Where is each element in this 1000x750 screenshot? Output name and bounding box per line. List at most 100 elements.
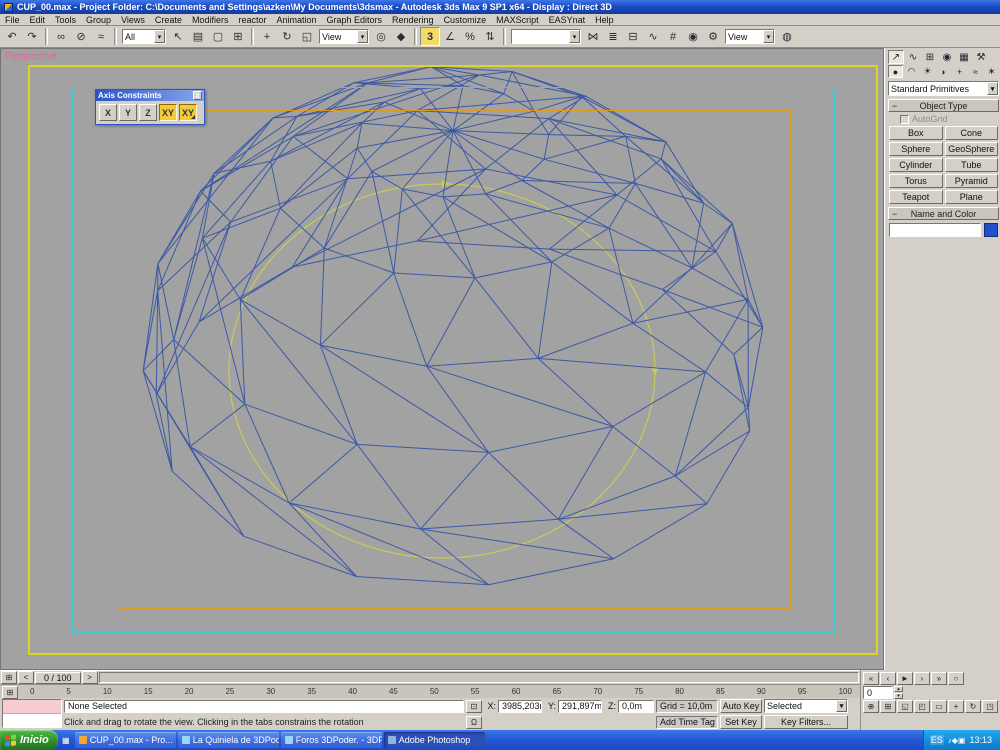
primitives-dropdown[interactable]: Standard Primitives ▾ (888, 81, 999, 96)
selection-lock-icon[interactable]: ⊡ (466, 700, 482, 713)
menu-easynat[interactable]: EASYnat (544, 14, 591, 26)
modify-tab[interactable]: ∿ (905, 50, 921, 64)
close-icon[interactable]: x (193, 91, 202, 100)
systems-category[interactable]: ∗ (984, 65, 999, 78)
listener-macro-row[interactable] (3, 700, 61, 714)
render-preset-combo[interactable]: View▾ (725, 29, 775, 44)
menu-animation[interactable]: Animation (271, 14, 321, 26)
object-name-field[interactable] (889, 223, 981, 237)
menu-tools[interactable]: Tools (50, 14, 81, 26)
key-mode-toggle-button[interactable]: ○ (948, 672, 964, 685)
axis-constraints-titlebar[interactable]: Axis Constraints x (96, 90, 204, 101)
key-mode-combo[interactable]: Selected ▾ (764, 699, 848, 713)
listener-script-row[interactable] (3, 714, 61, 727)
field-of-view-icon[interactable]: ▭ (931, 700, 947, 713)
use-pivot-center-icon[interactable]: ◎ (371, 27, 391, 46)
select-and-link-icon[interactable]: ∞ (51, 27, 71, 46)
cameras-category[interactable]: ◗ (936, 65, 951, 78)
key-filters-button[interactable]: Key Filters... (764, 715, 848, 729)
keyboard-override-icon[interactable]: Ω (466, 716, 482, 729)
object-button-box[interactable]: Box (889, 126, 943, 140)
menu-create[interactable]: Create (150, 14, 187, 26)
show-desktop-icon[interactable]: ▦ (62, 736, 70, 745)
next-frame-arrow[interactable]: > (82, 671, 98, 684)
menu-file[interactable]: File (0, 14, 25, 26)
lights-category[interactable]: ☀ (920, 65, 935, 78)
curve-editor-icon[interactable]: ∿ (643, 27, 663, 46)
go-to-end-button[interactable]: » (931, 672, 947, 685)
collapse-icon[interactable]: − (892, 209, 897, 219)
angle-snap-icon[interactable]: ∠ (440, 27, 460, 46)
menu-help[interactable]: Help (590, 14, 619, 26)
set-key-button[interactable]: Set Key (720, 715, 762, 729)
show-selection-range-button[interactable]: ⊞ (2, 686, 18, 699)
window-crossing-icon[interactable]: ⊞ (228, 27, 248, 46)
play-animation-button[interactable]: ► (897, 672, 913, 685)
menu-views[interactable]: Views (116, 14, 150, 26)
object-button-pyramid[interactable]: Pyramid (945, 174, 999, 188)
restrict-z-button[interactable]: Z (139, 104, 157, 121)
shapes-category[interactable]: ◠ (904, 65, 919, 78)
layer-manager-icon[interactable]: ⊟ (623, 27, 643, 46)
y-coordinate-field[interactable]: 291,897m (558, 700, 602, 713)
object-button-teapot[interactable]: Teapot (889, 190, 943, 204)
object-button-plane[interactable]: Plane (945, 190, 999, 204)
next-frame-button[interactable]: › (914, 672, 930, 685)
object-button-geosphere[interactable]: GeoSphere (945, 142, 999, 156)
zoom-all-icon[interactable]: ⊞ (880, 700, 896, 713)
align-icon[interactable]: ≣ (603, 27, 623, 46)
language-indicator[interactable]: ES (930, 735, 944, 745)
menu-edit[interactable]: Edit (25, 14, 51, 26)
task-adobe-photoshop[interactable]: Adobe Photoshop (384, 732, 485, 748)
select-and-rotate-icon[interactable]: ↻ (277, 27, 297, 46)
selection-filter-combo[interactable]: All▾ (122, 29, 166, 44)
object-button-tube[interactable]: Tube (945, 158, 999, 172)
dropdown-arrow-icon[interactable]: ▾ (987, 82, 998, 95)
auto-key-button[interactable]: Auto Key (720, 699, 762, 713)
task-la-quiniela[interactable]: La Quiniela de 3DPod... (178, 732, 279, 748)
dropdown-arrow-icon[interactable]: ▾ (836, 700, 847, 712)
task-foros-3dpoder[interactable]: Foros 3DPoder. - 3DP... (281, 732, 382, 748)
utilities-tab[interactable]: ⚒ (973, 50, 989, 64)
viewport-canvas[interactable] (1, 49, 883, 669)
menu-modifiers[interactable]: Modifiers (187, 14, 234, 26)
mirror-icon[interactable]: ⋈ (583, 27, 603, 46)
menu-reactor[interactable]: reactor (233, 14, 271, 26)
object-type-rollout[interactable]: − Object Type (888, 99, 999, 112)
menu-group[interactable]: Group (81, 14, 116, 26)
restrict-y-button[interactable]: Y (119, 104, 137, 121)
schematic-view-icon[interactable]: # (663, 27, 683, 46)
menu-customize[interactable]: Customize (439, 14, 492, 26)
min-max-toggle-icon[interactable]: ◳ (982, 700, 998, 713)
reference-coordinate-system-combo[interactable]: View▾ (319, 29, 369, 44)
spinner-up-icon[interactable]: ▴ (894, 686, 903, 692)
dropdown-arrow-icon[interactable]: ▾ (763, 30, 774, 43)
undo-icon[interactable]: ↶ (2, 27, 22, 46)
dropdown-arrow-icon[interactable]: ▾ (357, 30, 368, 43)
track-bar[interactable]: ⊞ 05101520253035404550556065707580859095… (0, 684, 860, 698)
x-coordinate-field[interactable]: 3985,203m (498, 700, 542, 713)
spinner-down-icon[interactable]: ▾ (894, 693, 903, 699)
object-color-swatch[interactable] (984, 223, 998, 237)
hierarchy-tab[interactable]: ⊞ (922, 50, 938, 64)
maxscript-mini-listener[interactable] (2, 699, 62, 728)
named-selection-sets-combo[interactable]: ▾ (511, 29, 581, 44)
quick-render-icon[interactable]: ◍ (777, 27, 797, 46)
window-titlebar[interactable]: CUP_00.max - Project Folder: C:\Document… (0, 0, 1000, 14)
current-frame-field[interactable]: 0 (863, 686, 893, 699)
restrict-x-button[interactable]: X (99, 104, 117, 121)
space-warps-category[interactable]: ≈ (968, 65, 983, 78)
z-coordinate-field[interactable]: 0,0m (618, 700, 654, 713)
render-scene-dialog-icon[interactable]: ⚙ (703, 27, 723, 46)
create-tab[interactable]: ↗ (888, 50, 904, 64)
select-by-name-icon[interactable]: ▤ (188, 27, 208, 46)
percent-snap-icon[interactable]: % (460, 27, 480, 46)
add-time-tag[interactable]: Add Time Tag (656, 716, 718, 729)
zoom-icon[interactable]: ⊕ (863, 700, 879, 713)
spinner-snap-icon[interactable]: ⇅ (480, 27, 500, 46)
motion-tab[interactable]: ◉ (939, 50, 955, 64)
start-button[interactable]: Inicio (0, 730, 58, 750)
unlink-selection-icon[interactable]: ⊘ (71, 27, 91, 46)
zoom-extents-all-icon[interactable]: ◰ (914, 700, 930, 713)
axis-constraints-window[interactable]: Axis Constraints x XYZXYXY (95, 89, 205, 125)
